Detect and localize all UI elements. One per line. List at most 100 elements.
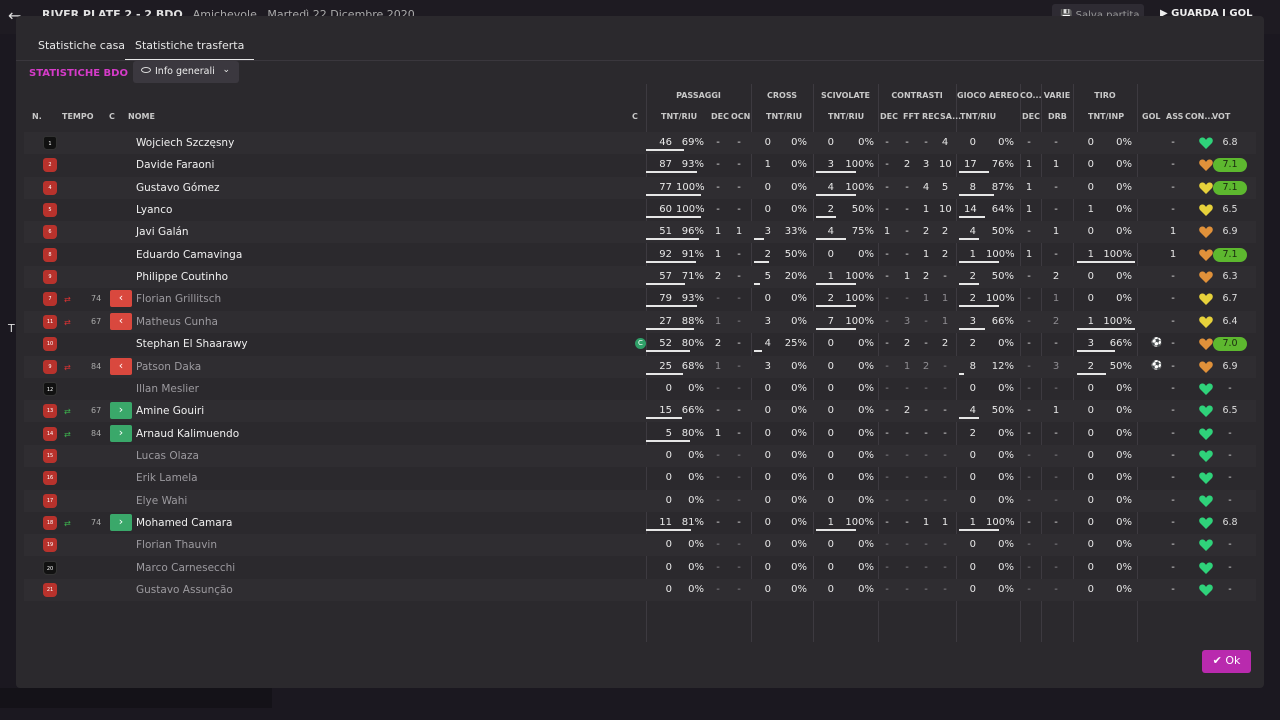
stat-cr: 0 bbox=[764, 137, 771, 148]
ok-button[interactable]: ✔ Ok bbox=[1202, 650, 1251, 673]
player-row[interactable]: 6 Javi Galán 51 96% 1 1 3 33% 4 75% 1 - 2 2 4 50% - 1 0 0% 1… bbox=[24, 221, 1256, 244]
stat-po: - bbox=[737, 516, 741, 528]
player-name[interactable]: Amine Gouiri bbox=[136, 405, 204, 417]
stat-sc: 0 bbox=[827, 584, 834, 595]
column-header-tiro[interactable]: TNT/INP bbox=[1088, 112, 1124, 121]
stat-tip: 0% bbox=[1116, 293, 1132, 305]
column-header-aereo[interactable]: TNT/RIU bbox=[960, 112, 996, 121]
player-row[interactable]: 13 ⇄ 67 › Amine Gouiri 15 66% - -0 0% 0 0% -2- -4 50% -… bbox=[24, 400, 1256, 423]
player-row[interactable]: 15 Lucas Olaza 0 0% - -0 0% 0 0% - - - -0 0% - -0 0% - - bbox=[24, 444, 1256, 467]
column-header-con[interactable]: CON... bbox=[1185, 112, 1213, 121]
player-name[interactable]: Matheus Cunha bbox=[136, 316, 218, 328]
sub-in-button[interactable]: › bbox=[110, 513, 132, 531]
player-row[interactable]: 14 ⇄ 84 › Arnaud Kalimuendo 5 80% 1-0 0% 0 0% - - - -2… bbox=[24, 423, 1256, 445]
stat-sc: 0 bbox=[827, 494, 834, 506]
column-header-c[interactable]: C bbox=[109, 112, 115, 121]
stat-crp: 0% bbox=[791, 293, 807, 305]
player-row[interactable]: 9 Philippe Coutinho 57 71% 2-5 20% 1 100% -1 2-2 5… bbox=[24, 266, 1256, 289]
player-row[interactable]: 9 ⇄ 84 ‹ Patson Daka 25 68% 1-3 0% 0 0% -1 2-8 12% -3 2… bbox=[24, 355, 1256, 378]
sub-out-button[interactable]: ‹ bbox=[110, 357, 132, 375]
column-header-ct_rec[interactable]: REC bbox=[922, 112, 940, 121]
player-name[interactable]: Marco Carnesecchi bbox=[136, 562, 235, 574]
column-header-ass[interactable]: ASS bbox=[1166, 112, 1183, 121]
player-name[interactable]: Javi Galán bbox=[136, 226, 189, 238]
sub-out-button[interactable]: ‹ bbox=[110, 290, 132, 308]
player-row[interactable]: 7 ⇄ 74 ‹ Florian Grillitsch 79 93% - -0 0% 2 100% - -… bbox=[24, 288, 1256, 310]
player-row[interactable]: 5 Lyanco 60 100% - -0 0% 2 50% - -1 10 14 64% 1-1 0% -6.… bbox=[24, 199, 1256, 221]
player-name[interactable]: Gustavo Gómez bbox=[136, 182, 220, 194]
stat-cs: - bbox=[943, 427, 947, 439]
column-header-sciv[interactable]: TNT/RIU bbox=[828, 112, 864, 121]
stat-ti: 0 bbox=[1087, 449, 1094, 461]
column-header-pass[interactable]: TNT/RIU bbox=[661, 112, 697, 121]
column-header-dec[interactable]: DEC bbox=[711, 112, 729, 121]
sub-in-button[interactable]: › bbox=[110, 424, 132, 442]
player-name[interactable]: Gustavo Assunção bbox=[136, 584, 233, 596]
column-header-ct_sa[interactable]: SA... bbox=[940, 112, 961, 121]
column-header-ocn[interactable]: OCN bbox=[731, 112, 750, 121]
player-name[interactable]: Mohamed Camara bbox=[136, 517, 232, 529]
player-row[interactable]: 18 ⇄ 74 › Mohamed Camara 11 81% - -0 0% 1 100% - -1 1 1… bbox=[24, 512, 1256, 534]
player-name[interactable]: Florian Thauvin bbox=[136, 539, 217, 551]
column-header-cross[interactable]: TNT/RIU bbox=[766, 112, 802, 121]
stat-cf: - bbox=[905, 516, 909, 528]
player-name[interactable]: Stephan El Shaarawy bbox=[136, 338, 248, 350]
player-row[interactable]: 16 Erik Lamela 0 0% - -0 0% 0 0% - - - -0 0% - -0 0% - - bbox=[24, 467, 1256, 489]
stat-p: 92 bbox=[659, 248, 672, 260]
column-header-ct_dec[interactable]: DEC bbox=[880, 112, 898, 121]
stat-cs: - bbox=[943, 561, 947, 573]
player-name[interactable]: Lucas Olaza bbox=[136, 450, 199, 462]
player-name[interactable]: Patson Daka bbox=[136, 361, 201, 373]
player-row[interactable]: 4 Gustavo Gómez 77 100% - -0 0% 4 100% - -4 5 8 87% 1-… bbox=[24, 176, 1256, 199]
column-header-n[interactable]: N. bbox=[32, 112, 42, 121]
player-name[interactable]: Lyanco bbox=[136, 204, 172, 216]
player-name[interactable]: Arnaud Kalimuendo bbox=[136, 428, 239, 440]
player-row[interactable]: 2 Davide Faraoni 87 93% - -1 0% 3 100% -2 3 10 17 76%… bbox=[24, 154, 1256, 176]
stat-aep: 0% bbox=[998, 427, 1014, 439]
stat-cre: 2 bbox=[922, 271, 930, 283]
column-header-nome[interactable]: NOME bbox=[128, 112, 155, 121]
column-header-cap[interactable]: C bbox=[632, 112, 638, 121]
player-row[interactable]: 20 Marco Carnesecchi 0 0% - -0 0% 0 0% - - - -0 0% - -0… bbox=[24, 557, 1256, 579]
player-name[interactable]: Davide Faraoni bbox=[136, 159, 214, 171]
player-name[interactable]: Philippe Coutinho bbox=[136, 271, 228, 283]
column-header-vot[interactable]: VOT bbox=[1212, 112, 1230, 121]
player-row[interactable]: 1 Wojciech Szczęsny 46 69% - -0 0% 0 0% - - -4 0 0% - -… bbox=[24, 132, 1256, 154]
stat-cs: 1 bbox=[941, 315, 949, 327]
view-select[interactable]: Info generali ⌄ bbox=[133, 61, 239, 83]
stat-pp: 0% bbox=[688, 561, 704, 573]
player-name[interactable]: Wojciech Szczęsny bbox=[136, 137, 234, 149]
stat-p: 77 bbox=[659, 181, 672, 193]
stat-bar-ae bbox=[959, 372, 964, 375]
stat-bar-ae bbox=[959, 528, 999, 531]
player-row[interactable]: 8 Eduardo Camavinga 92 91% 1-2 50% 0 0% - -1 2 1 100… bbox=[24, 244, 1256, 266]
sub-out-button[interactable]: ‹ bbox=[110, 312, 132, 330]
player-row[interactable]: 21 Gustavo Assunção 0 0% - -0 0% 0 0% - - - -0 0% - -0 0… bbox=[24, 579, 1256, 601]
player-name[interactable]: Erik Lamela bbox=[136, 472, 198, 484]
player-name[interactable]: Illan Meslier bbox=[136, 383, 199, 395]
player-name[interactable]: Eduardo Camavinga bbox=[136, 249, 242, 261]
player-row[interactable]: 19 Florian Thauvin 0 0% - -0 0% 0 0% - - - -0 0% - -0 0%… bbox=[24, 534, 1256, 557]
player-row[interactable]: 10 Stephan El Shaarawy C 52 80% 2-4 25% 0 0% -2-2… bbox=[24, 333, 1256, 355]
column-header-ct_fft[interactable]: FFT bbox=[903, 112, 919, 121]
player-row[interactable]: 12 Illan Meslier 0 0% - -0 0% 0 0% - - - -0 0% - -0 0% - - bbox=[24, 378, 1256, 400]
stat-cod: - bbox=[1027, 561, 1031, 573]
column-header-tempo[interactable]: TEMPO bbox=[62, 112, 94, 121]
stat-pd: - bbox=[716, 449, 720, 461]
column-header-gol[interactable]: GOL bbox=[1142, 112, 1160, 121]
player-row[interactable]: 11 ⇄ 67 ‹ Matheus Cunha 27 88% 1-3 0% 7 100% -3-1 3 6… bbox=[24, 310, 1256, 333]
condition-heart-icon bbox=[1199, 271, 1213, 284]
stat-pd: 2 bbox=[714, 271, 722, 283]
player-row[interactable]: 17 Elye Wahi 0 0% - -0 0% 0 0% - - - -0 0% - -0 0% - - bbox=[24, 489, 1256, 512]
condition-heart-icon bbox=[1199, 472, 1213, 485]
player-name[interactable]: Elye Wahi bbox=[136, 495, 187, 507]
stat-bar-p bbox=[646, 238, 699, 241]
stat-pd: - bbox=[716, 137, 720, 148]
tab-home-stats[interactable]: Statistiche casa bbox=[28, 34, 135, 61]
column-header-co_dec[interactable]: DEC bbox=[1022, 112, 1040, 121]
tab-away-stats[interactable]: Statistiche trasferta bbox=[125, 34, 255, 61]
sub-in-button[interactable]: › bbox=[110, 402, 132, 420]
column-header-drb[interactable]: DRB bbox=[1048, 112, 1067, 121]
stat-ass: - bbox=[1171, 405, 1175, 417]
player-name[interactable]: Florian Grillitsch bbox=[136, 293, 221, 305]
